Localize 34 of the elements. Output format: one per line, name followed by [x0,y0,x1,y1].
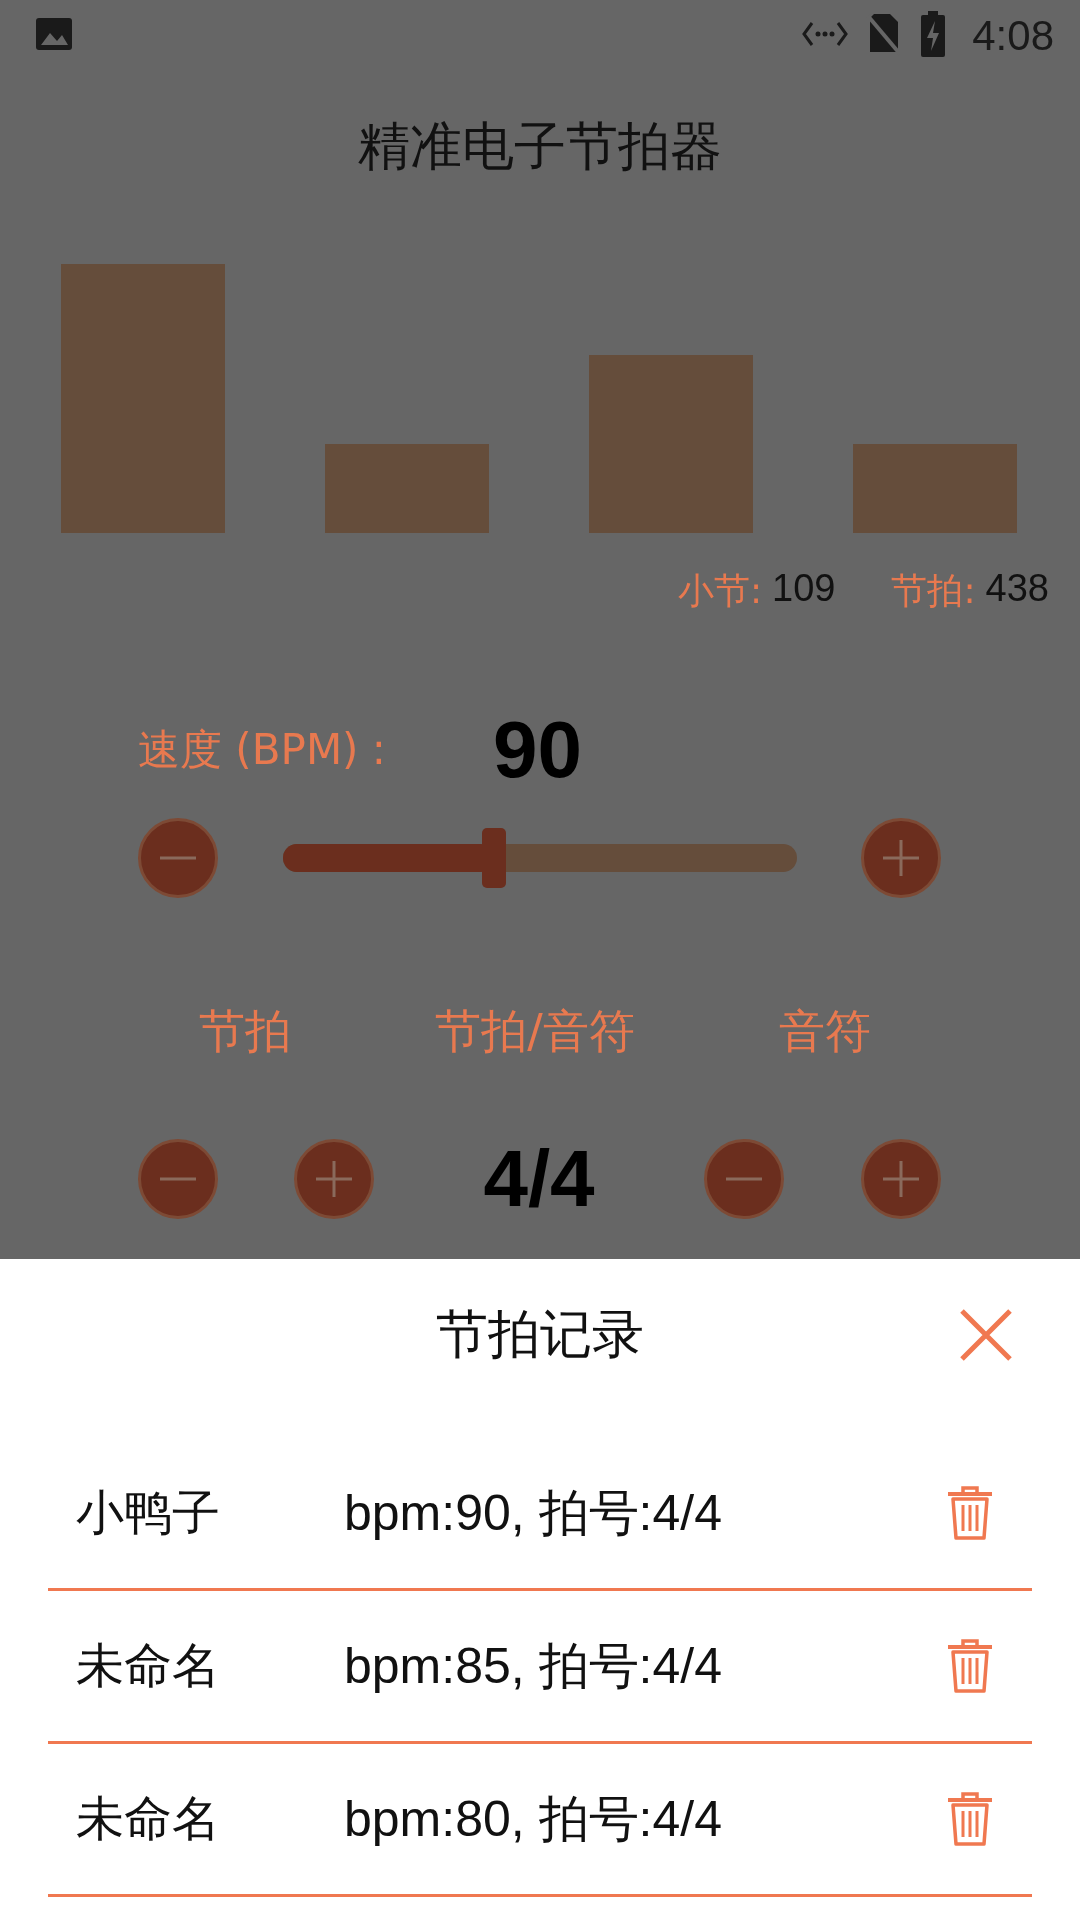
record-row[interactable]: 未命名 bpm:85, 拍号:4/4 [48,1591,1032,1744]
plus-icon [881,838,921,878]
trash-icon[interactable] [946,1485,994,1541]
trash-icon[interactable] [946,1638,994,1694]
minus-icon [158,1177,198,1181]
record-name: 未命名 [75,1789,221,1848]
counter-value: 109 [772,566,836,611]
close-button[interactable] [958,1307,1014,1363]
record-detail: bpm:80, 拍号:4/4 [344,1789,723,1849]
record-row[interactable]: 小鸭子 bpm:90, 拍号:4/4 [48,1438,1032,1591]
setting-label: 节拍/音符 [434,1003,636,1060]
trash-icon[interactable] [946,1791,994,1847]
plus-icon [314,1159,354,1199]
tempo-value: 90 [493,704,582,796]
record-name: 小鸭子 [75,1483,221,1542]
status-time: 4:08 [972,12,1054,60]
time-signature: 4/4 [482,1133,596,1225]
counter-value: 438 [985,566,1049,611]
record-row[interactable]: 未命名 bpm:80, 拍号:4/4 [48,1744,1032,1897]
tempo-label: 速度 (BPM) : [138,724,387,776]
record-detail: bpm:85, 拍号:4/4 [344,1636,723,1696]
record-detail: bpm:90, 拍号:4/4 [344,1483,723,1543]
plus-icon [881,1159,921,1199]
app-title: 精准电子节拍器 [358,115,722,178]
slider-thumb[interactable] [481,828,506,888]
setting-label: 节拍 [198,1003,292,1060]
record-name: 未命名 [75,1636,221,1695]
minus-icon [158,856,198,860]
setting-label: 音符 [778,1003,872,1060]
minus-icon [724,1177,764,1181]
counter-label: 小节: [677,568,763,613]
counter-label: 节拍: [891,568,976,613]
tempo-slider[interactable] [283,828,797,888]
sheet-title: 节拍记录 [436,1303,644,1366]
